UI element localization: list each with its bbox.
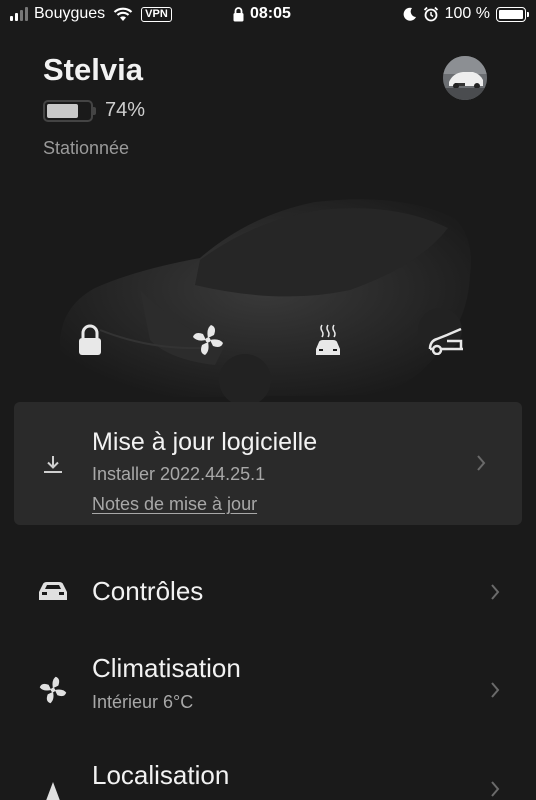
status-bar: Bouygues VPN 08:05 100 % — [0, 0, 536, 30]
vehicle-hero-image — [59, 199, 472, 406]
frunk-button[interactable] — [426, 320, 466, 360]
menu-row-climate[interactable]: Climatisation Intérieur 6°C — [0, 645, 536, 735]
download-icon — [44, 456, 62, 473]
navigation-arrow-icon — [36, 776, 70, 800]
menu-row-location[interactable]: Localisation — [0, 752, 536, 800]
lock-button[interactable] — [70, 320, 110, 360]
vehicle-avatar[interactable] — [443, 56, 487, 100]
chevron-right-icon — [491, 781, 500, 797]
do-not-disturb-moon-icon — [403, 7, 416, 21]
battery-percent: 100 % — [444, 5, 490, 22]
lock-icon — [79, 324, 101, 355]
phone-battery-icon — [496, 6, 529, 22]
fan-icon — [193, 325, 223, 355]
vehicle-battery-icon — [43, 99, 96, 122]
vehicle-status: Stationnée — [43, 138, 130, 158]
location-title: Localisation — [92, 760, 230, 790]
signal-strength-icon — [10, 7, 28, 21]
seat-heater-icon — [316, 324, 340, 355]
update-version: Installer 2022.44.25.1 — [92, 464, 266, 484]
climate-fan-button[interactable] — [188, 320, 228, 360]
climate-title: Climatisation — [92, 653, 241, 683]
update-title: Mise à jour logicielle — [92, 428, 318, 456]
fan-icon — [36, 673, 70, 707]
clock-time: 08:05 — [250, 5, 291, 22]
chevron-right-icon — [491, 682, 500, 698]
chevron-right-icon — [491, 584, 500, 600]
release-notes-link[interactable]: Notes de mise à jour — [92, 494, 257, 515]
carrier-label: Bouygues — [34, 5, 106, 22]
frunk-open-icon — [428, 327, 463, 355]
chevron-right-icon — [477, 455, 486, 471]
wifi-icon — [113, 7, 133, 21]
interior-temperature: Intérieur 6°C — [92, 692, 194, 712]
software-update-card[interactable]: Mise à jour logicielle Installer 2022.44… — [14, 402, 522, 525]
menu-row-controls[interactable]: Contrôles — [0, 562, 536, 622]
vpn-badge: VPN — [141, 6, 172, 22]
controls-title: Contrôles — [92, 576, 204, 606]
alarm-icon — [423, 6, 438, 22]
car-icon — [36, 574, 70, 608]
orientation-lock-icon — [233, 6, 244, 21]
charge-indicator: 74% — [43, 99, 145, 122]
seat-heater-button[interactable] — [308, 320, 348, 360]
vehicle-name: Stelvia — [43, 52, 143, 87]
charge-percent: 74% — [105, 99, 146, 121]
